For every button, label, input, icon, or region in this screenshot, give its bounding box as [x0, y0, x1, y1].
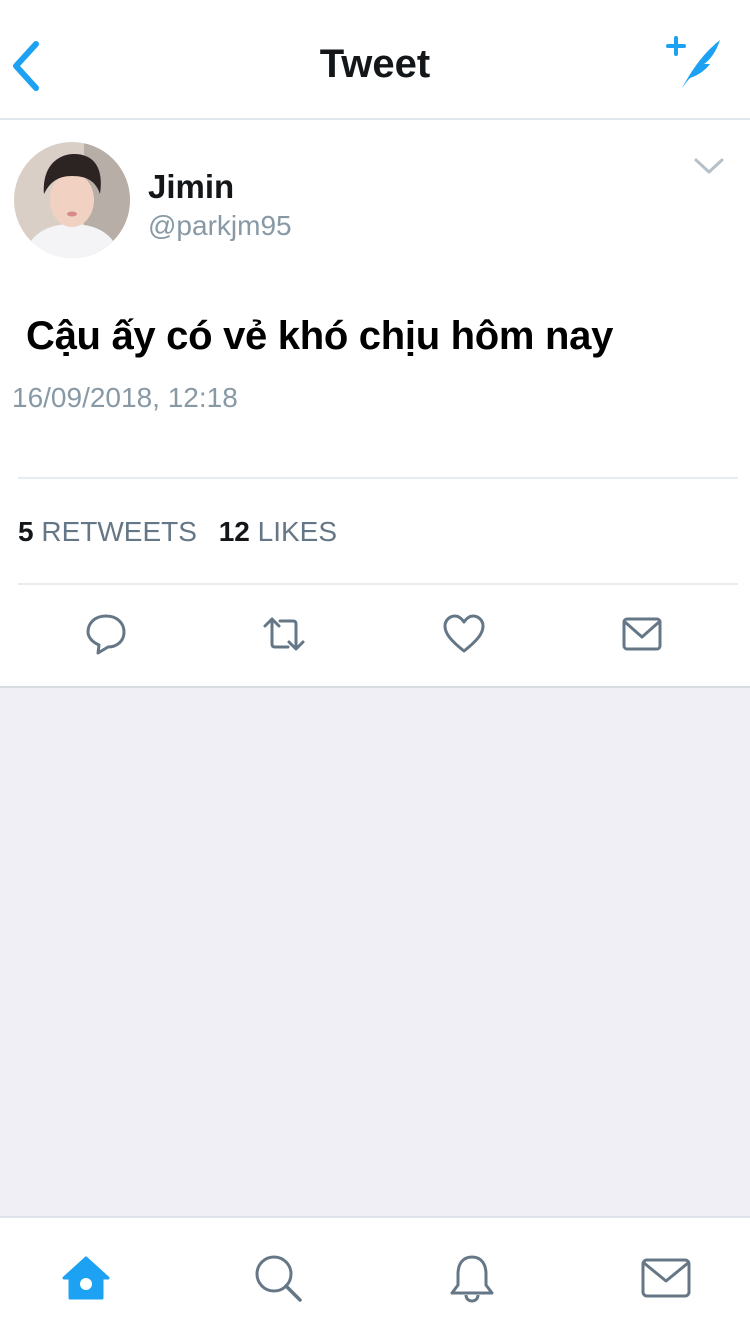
retweet-icon [263, 617, 305, 651]
chevron-down-icon [694, 158, 724, 174]
retweets-stat[interactable]: 5 RETWEETS [18, 516, 197, 547]
tweet-options-button[interactable] [692, 154, 726, 178]
direct-message-button[interactable] [620, 612, 664, 656]
retweets-count: 5 [18, 516, 34, 547]
tab-home[interactable] [60, 1252, 112, 1304]
empty-replies-area [0, 688, 750, 1216]
notifications-icon [450, 1255, 494, 1303]
reply-icon [86, 614, 126, 655]
bottom-tab-bar [0, 1216, 750, 1333]
tweet-timestamp: 16/09/2018, 12:18 [12, 382, 238, 413]
retweet-button[interactable] [262, 612, 306, 656]
tab-messages[interactable] [640, 1252, 692, 1304]
compose-tweet-icon [666, 36, 720, 88]
avatar-photo [14, 142, 130, 258]
divider [18, 583, 738, 585]
like-button[interactable] [442, 612, 486, 656]
tweet-stats: 5 RETWEETS 12 LIKES [18, 516, 351, 548]
likes-count: 12 [218, 516, 250, 547]
likes-label: LIKES [257, 516, 338, 547]
author-handle[interactable]: @parkjm95 [148, 210, 292, 242]
search-icon [255, 1255, 302, 1302]
tweet-text: Cậu ấy có vẻ khó chịu hôm nay [26, 314, 614, 358]
retweets-label: RETWEETS [41, 516, 197, 547]
tweet-detail: Jimin @parkjm95 Cậu ấy có vẻ khó chịu hô… [0, 120, 750, 688]
avatar[interactable] [14, 142, 130, 258]
compose-tweet-button[interactable] [664, 34, 726, 92]
like-icon [443, 614, 485, 653]
likes-stat[interactable]: 12 LIKES [219, 516, 337, 547]
messages-icon [641, 1258, 691, 1298]
top-nav-bar: Tweet [0, 0, 750, 120]
divider [18, 477, 738, 479]
author-name[interactable]: Jimin [148, 168, 234, 206]
home-icon [62, 1256, 110, 1300]
reply-button[interactable] [84, 612, 128, 656]
page-title: Tweet [319, 42, 431, 86]
tab-search[interactable] [252, 1252, 304, 1304]
tab-notifications[interactable] [446, 1252, 498, 1304]
message-icon [622, 617, 662, 651]
